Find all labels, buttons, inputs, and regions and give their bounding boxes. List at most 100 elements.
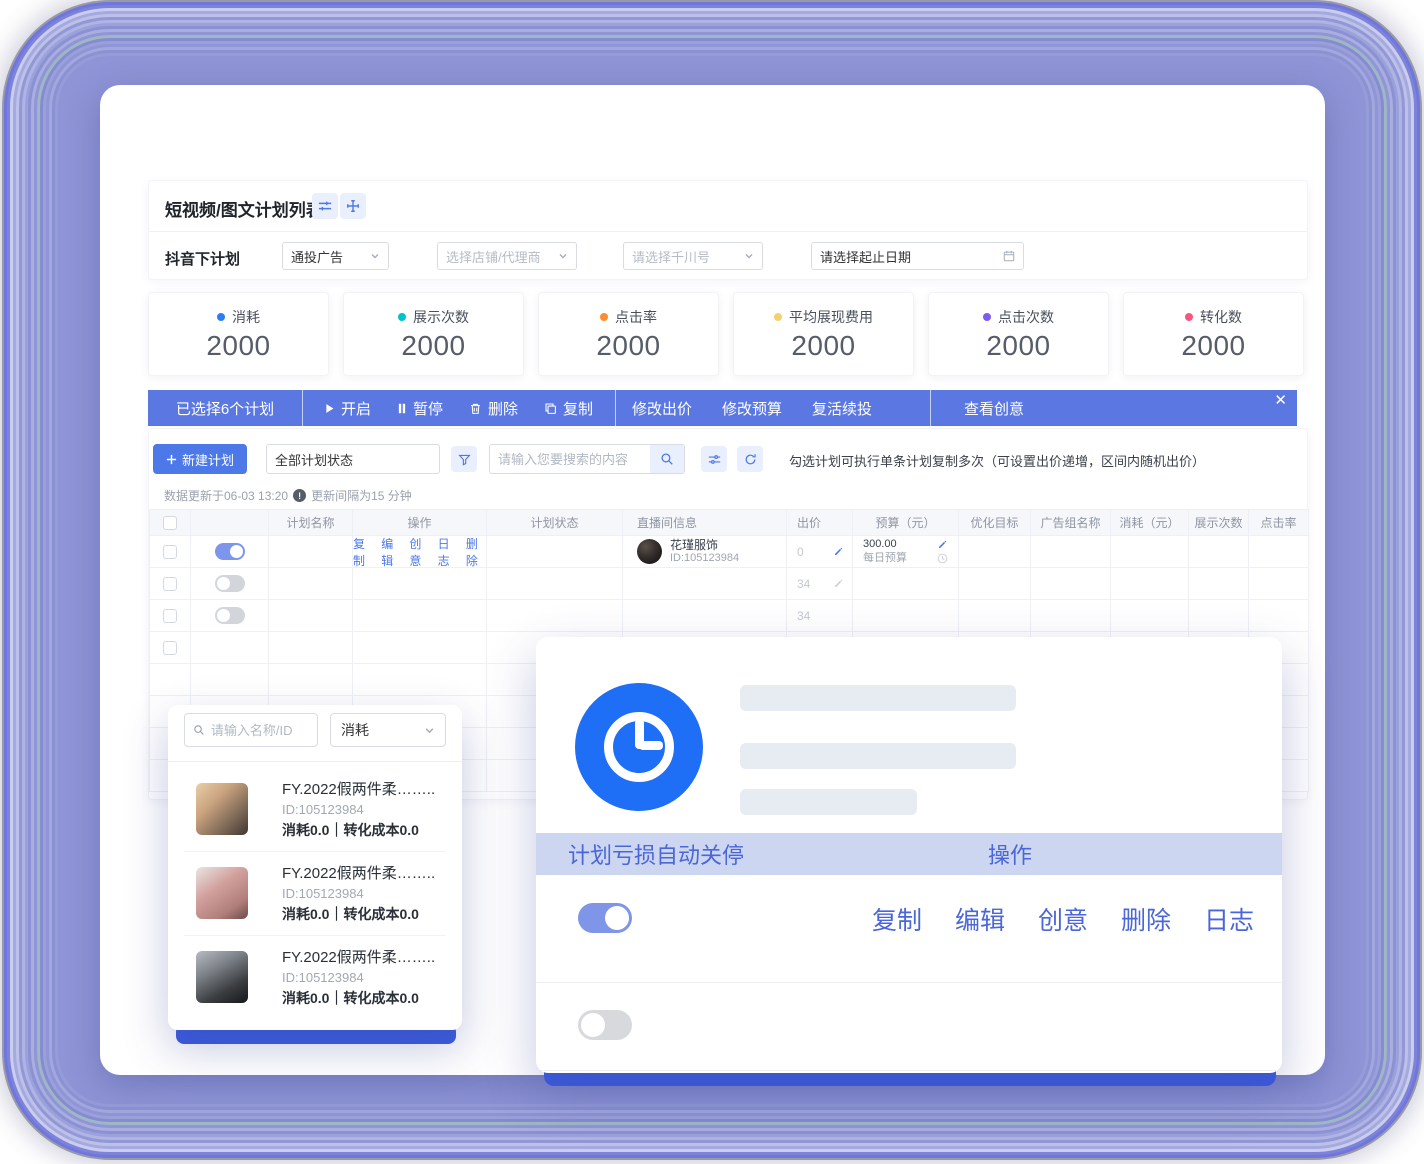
copy-button[interactable]: 复制: [544, 398, 593, 419]
plan-scope-label: 抖音下计划: [165, 248, 240, 269]
col-group: 广告组名称: [1031, 510, 1111, 536]
creative-search-box[interactable]: [184, 713, 318, 747]
copy-link[interactable]: 复制: [872, 901, 922, 937]
creative-metrics: 消耗0.0｜转化成本0.0: [282, 820, 435, 840]
creative-id: ID:105123984: [282, 886, 435, 901]
stat-card-avg-cost: 平均展现费用 2000: [733, 292, 914, 376]
plan-toggle-off[interactable]: [191, 568, 269, 600]
row-copy-link[interactable]: 复制: [353, 536, 373, 568]
selected-count-badge: 已选择6个计划: [148, 390, 302, 426]
creative-search-input[interactable]: [211, 723, 309, 738]
search-box[interactable]: [489, 444, 685, 474]
pause-button[interactable]: 暂停: [397, 398, 443, 419]
operations-title: 操作: [988, 838, 1032, 870]
plan-toggle-off[interactable]: [191, 600, 269, 632]
row-creative-link[interactable]: 创意: [409, 536, 429, 568]
stats-card-row: 消耗 2000 展示次数 2000 点击率 2000 平均展现费用 2000 点…: [148, 292, 1308, 376]
date-range-value: 请选择起止日期: [820, 247, 911, 266]
search-icon: [193, 723, 205, 737]
toggle-column-header: [191, 510, 269, 536]
auto-stop-toggle-off[interactable]: [578, 1010, 632, 1040]
search-icon[interactable]: [650, 445, 684, 473]
revive-button[interactable]: 复活续投: [812, 398, 872, 419]
avg-cost-dot-icon: [774, 313, 782, 321]
new-plan-button[interactable]: 新建计划: [153, 444, 247, 474]
creative-list-item[interactable]: FY.2022假两件柔…….. ID:105123984 消耗0.0｜转化成本0…: [168, 767, 462, 851]
skeleton-text-bar: [740, 743, 1016, 769]
creative-metrics: 消耗0.0｜转化成本0.0: [282, 988, 435, 1008]
sort-by-select[interactable]: 消耗: [330, 713, 446, 747]
view-creative-button[interactable]: 查看创意: [964, 398, 1024, 419]
delete-button[interactable]: 删除: [469, 398, 518, 419]
qianchuan-account-select[interactable]: 请选择千川号: [623, 242, 763, 270]
chevron-down-icon: [744, 251, 754, 261]
plan-toggle-on[interactable]: [191, 536, 269, 568]
col-ctr: 点击率: [1249, 510, 1309, 536]
data-update-info: 数据更新于06-03 13:20 ! 更新间隔为15 分钟: [164, 487, 412, 504]
stat-value: 2000: [596, 330, 660, 362]
add-column-icon[interactable]: [340, 193, 366, 219]
creative-link[interactable]: 创意: [1038, 901, 1088, 937]
row-checkbox[interactable]: [149, 600, 191, 632]
skeleton-text-bar: [740, 789, 917, 815]
ad-type-value: 通投广告: [291, 247, 343, 266]
select-all-checkbox[interactable]: [149, 510, 191, 536]
edit-link[interactable]: 编辑: [955, 901, 1005, 937]
auto-stop-panel: 计划亏损自动关停 操作 复制 编辑 创意 删除 日志: [536, 637, 1282, 1073]
cost-dot-icon: [217, 313, 225, 321]
pause-icon: [397, 403, 407, 414]
creative-title: FY.2022假两件柔……..: [282, 946, 435, 967]
selected-count-text: 已选择6个计划: [176, 398, 274, 419]
close-icon[interactable]: ✕: [1274, 393, 1287, 408]
auto-stop-toggle-on[interactable]: [578, 903, 632, 933]
impressions-dot-icon: [398, 313, 406, 321]
table-header-row: 计划名称 操作 计划状态 直播间信息 出价 预算（元） 优化目标 广告组名称 消…: [149, 510, 1309, 536]
edit-bid-button[interactable]: 修改出价: [632, 398, 692, 419]
row-edit-link[interactable]: 编辑: [381, 536, 401, 568]
row-checkbox[interactable]: [149, 536, 191, 568]
stat-label: 转化数: [1200, 307, 1242, 327]
clock-icon: [575, 683, 703, 811]
creative-title: FY.2022假两件柔……..: [282, 778, 435, 799]
row-delete-link[interactable]: 删除: [466, 536, 486, 568]
chevron-down-icon: [370, 251, 380, 261]
auto-stop-actions: 复制 编辑 创意 删除 日志: [872, 901, 1254, 937]
edit-bid-pencil-icon[interactable]: [833, 546, 844, 557]
plan-status-select[interactable]: 全部计划状态: [266, 444, 440, 474]
stat-label: 展示次数: [413, 307, 469, 327]
stat-label: 点击次数: [998, 307, 1054, 327]
row-checkbox[interactable]: [149, 568, 191, 600]
filter-funnel-icon[interactable]: [451, 446, 477, 472]
info-icon: !: [293, 489, 306, 502]
search-input[interactable]: [490, 452, 650, 467]
col-plan-name: 计划名称: [269, 510, 353, 536]
delete-link[interactable]: 删除: [1121, 901, 1171, 937]
row-checkbox[interactable]: [149, 632, 191, 664]
list-settings-icon[interactable]: [312, 193, 338, 219]
skeleton-text-bar: [740, 685, 1016, 711]
log-link[interactable]: 日志: [1204, 901, 1254, 937]
ad-type-select[interactable]: 通投广告: [282, 242, 389, 270]
creative-list-item[interactable]: FY.2022假两件柔…….. ID:105123984 消耗0.0｜转化成本0…: [168, 851, 462, 935]
live-name: 花瑾服饰: [670, 539, 739, 552]
refresh-icon[interactable]: [737, 446, 763, 472]
ctr-dot-icon: [600, 313, 608, 321]
stat-card-cost: 消耗 2000: [148, 292, 329, 376]
date-range-picker[interactable]: 请选择起止日期: [811, 242, 1024, 270]
column-settings-icon[interactable]: [701, 446, 727, 472]
creative-list-item[interactable]: FY.2022假两件柔…….. ID:105123984 消耗0.0｜转化成本0…: [168, 935, 462, 1019]
row-log-link[interactable]: 日志: [438, 536, 458, 568]
bid-value: 0: [797, 545, 804, 559]
creative-id: ID:105123984: [282, 970, 435, 985]
plan-status-value: 全部计划状态: [275, 450, 353, 469]
start-button[interactable]: 开启: [324, 398, 371, 419]
auto-stop-title: 计划亏损自动关停: [568, 838, 744, 870]
edit-bid-pencil-icon[interactable]: [833, 578, 844, 589]
shop-agent-select[interactable]: 选择店铺/代理商: [437, 242, 577, 270]
edit-budget-pencil-icon[interactable]: [937, 539, 948, 550]
creative-title: FY.2022假两件柔……..: [282, 862, 435, 883]
edit-budget-button[interactable]: 修改预算: [722, 398, 782, 419]
chevron-down-icon: [558, 251, 568, 261]
stat-card-clicks: 点击次数 2000: [928, 292, 1109, 376]
play-icon: [324, 403, 335, 414]
